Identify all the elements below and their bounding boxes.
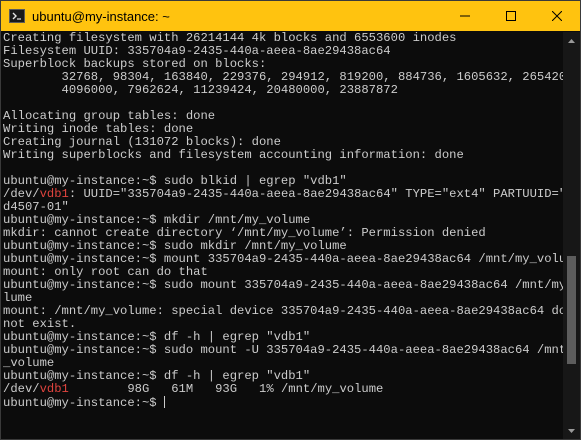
terminal-line: ubuntu@my-instance:~$ [3, 396, 563, 410]
terminal-text: Writing inode tables: done [3, 122, 194, 136]
terminal-text: ubuntu@my-instance:~$ df -h | egrep "vdb… [3, 330, 311, 344]
scroll-down-button[interactable] [563, 422, 580, 439]
scroll-up-button[interactable] [563, 32, 580, 49]
terminal-text: 98G 61M 93G 1% /mnt/my_volume [68, 382, 384, 396]
terminal-line: /dev/vdb1 98G 61M 93G 1% /mnt/my_volume [3, 383, 563, 396]
terminal-text: ubuntu@my-instance:~$ mount 335704a9-243… [3, 252, 563, 266]
terminal-text: mount: /mnt/my_volume: special device 33… [3, 304, 563, 318]
terminal-line: mount: /mnt/my_volume: special device 33… [3, 305, 563, 318]
terminal-output[interactable]: Creating filesystem with 26214144 4k blo… [3, 32, 563, 438]
terminal-text: _volume [3, 356, 55, 370]
scroll-down-arrow-icon [568, 428, 575, 433]
terminal-text: ubuntu@my-instance:~$ sudo mkdir /mnt/my… [3, 239, 347, 253]
window-title: ubuntu@my-instance: ~ [32, 8, 170, 24]
terminal-text: Creating journal (131072 blocks): done [3, 135, 281, 149]
scrollbar-thumb[interactable] [567, 255, 576, 364]
terminal-text: Writing superblocks and filesystem accou… [3, 148, 464, 162]
title-bar[interactable]: ubuntu@my-instance: ~ [1, 1, 580, 31]
terminal-text: ubuntu@my-instance:~$ df -h | egrep "vdb… [3, 369, 311, 383]
close-button[interactable] [534, 1, 580, 31]
terminal-text: Allocating group tables: done [3, 109, 216, 123]
close-icon [552, 11, 562, 21]
terminal-text: 4096000, 7962624, 11239424, 20480000, 23… [3, 83, 398, 97]
vertical-scrollbar[interactable] [563, 32, 580, 439]
terminal-text: /dev/ [3, 187, 40, 201]
terminal-text: ubuntu@my-instance:~$ [3, 396, 164, 410]
terminal-line: /dev/vdb1: UUID="335704a9-2435-440a-aeea… [3, 188, 563, 201]
terminal-text: Superblock backups stored on blocks: [3, 57, 267, 71]
terminal-text: : UUID="335704a9-2435-440a-aeea-8ae29438… [68, 187, 563, 201]
terminal-text: Filesystem UUID: 335704a9-2435-440a-aeea… [3, 44, 391, 58]
minimize-icon [460, 15, 470, 17]
terminal-app-icon[interactable] [9, 9, 25, 23]
window-controls [442, 1, 580, 31]
highlighted-match: vdb1 [39, 187, 69, 201]
terminal-text: not exist. [3, 317, 77, 331]
terminal-text: /dev/ [3, 382, 40, 396]
terminal-text: mount: only root can do that [3, 265, 208, 279]
terminal-line: ubuntu@my-instance:~$ sudo mount 335704a… [3, 279, 563, 292]
terminal-text: ubuntu@my-instance:~$ mkdir /mnt/my_volu… [3, 213, 311, 227]
terminal-line: 4096000, 7962624, 11239424, 20480000, 23… [3, 84, 563, 97]
terminal-line: Writing superblocks and filesystem accou… [3, 149, 563, 162]
terminal-text: d4507-01" [3, 200, 69, 214]
terminal-text: ubuntu@my-instance:~$ sudo blkid | egrep… [3, 174, 347, 188]
text-cursor [163, 396, 165, 408]
highlighted-match: vdb1 [39, 382, 69, 396]
terminal-text: ubuntu@my-instance:~$ sudo mount -U 3357… [3, 343, 563, 357]
maximize-button[interactable] [488, 1, 534, 31]
terminal-text: 32768, 98304, 163840, 229376, 294912, 81… [3, 70, 564, 84]
maximize-icon [506, 11, 516, 21]
terminal-text: ubuntu@my-instance:~$ sudo mount 335704a… [3, 278, 563, 292]
scroll-up-arrow-icon [568, 38, 575, 43]
minimize-button[interactable] [442, 1, 488, 31]
terminal-window: ubuntu@my-instance: ~ Creating filesyste… [0, 0, 581, 440]
terminal-line: ubuntu@my-instance:~$ sudo mount -U 3357… [3, 344, 563, 357]
terminal-text: mkdir: cannot create directory ‘/mnt/my_… [3, 226, 486, 240]
terminal-text: lume [3, 291, 33, 305]
